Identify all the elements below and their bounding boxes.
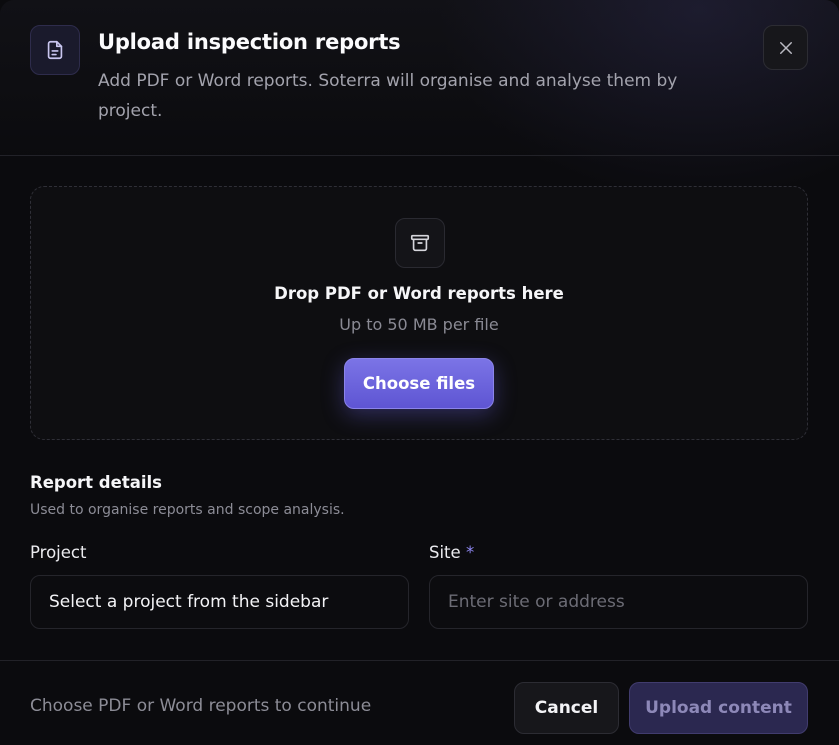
report-details-heading: Report details (30, 473, 162, 492)
dialog-subtitle: Add PDF or Word reports. Soterra will or… (98, 71, 678, 121)
project-label-text: Project (30, 543, 87, 562)
dialog-footer: Choose PDF or Word reports to continue C… (0, 660, 839, 745)
close-button[interactable] (763, 25, 808, 70)
dropzone-subtitle: Up to 50 MB per file (339, 315, 499, 334)
close-icon (779, 41, 792, 54)
site-label: Site * (429, 543, 474, 562)
upload-button[interactable]: Upload content (629, 682, 808, 734)
required-marker: * (465, 543, 475, 562)
document-icon (30, 25, 80, 75)
cancel-button[interactable]: Cancel (514, 682, 619, 734)
report-details-description: Used to organise reports and scope analy… (30, 502, 345, 518)
project-label: Project (30, 543, 86, 562)
dialog-header: Upload inspection reports Add PDF or Wor… (0, 0, 839, 156)
project-select[interactable]: Select a project from the sidebar (30, 575, 409, 629)
archive-icon (395, 218, 445, 268)
footer-hint: Choose PDF or Word reports to continue (30, 696, 372, 716)
site-input[interactable] (429, 575, 808, 629)
site-label-text: Site (429, 543, 461, 562)
choose-files-button[interactable]: Choose files (344, 358, 494, 409)
dropzone-title: Drop PDF or Word reports here (274, 284, 564, 303)
upload-dialog: Upload inspection reports Add PDF or Wor… (0, 0, 839, 745)
file-dropzone[interactable]: Drop PDF or Word reports here Up to 50 M… (30, 186, 808, 440)
dialog-title: Upload inspection reports (98, 30, 401, 54)
